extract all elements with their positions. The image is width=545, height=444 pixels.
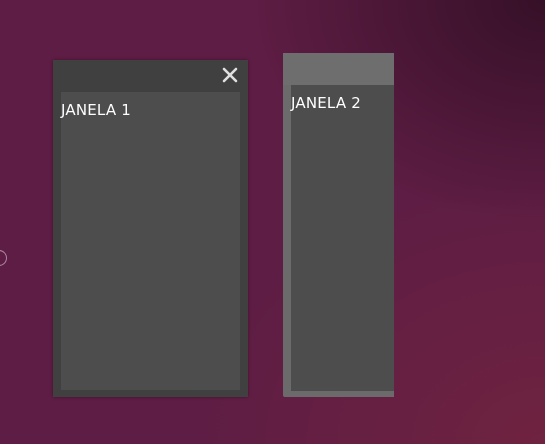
- window-label: JANELA 1: [61, 101, 131, 119]
- window-janela-1[interactable]: JANELA 1: [53, 60, 248, 397]
- window-content: JANELA 1: [61, 92, 240, 390]
- window-titlebar[interactable]: [53, 60, 248, 92]
- circle-indicator-icon: [0, 250, 7, 266]
- close-icon: [222, 67, 238, 83]
- window-content: JANELA 2: [291, 85, 394, 391]
- close-button[interactable]: [220, 65, 240, 85]
- window-label: JANELA 2: [291, 94, 361, 112]
- window-titlebar[interactable]: [283, 53, 394, 85]
- window-janela-2[interactable]: JANELA 2: [283, 53, 394, 397]
